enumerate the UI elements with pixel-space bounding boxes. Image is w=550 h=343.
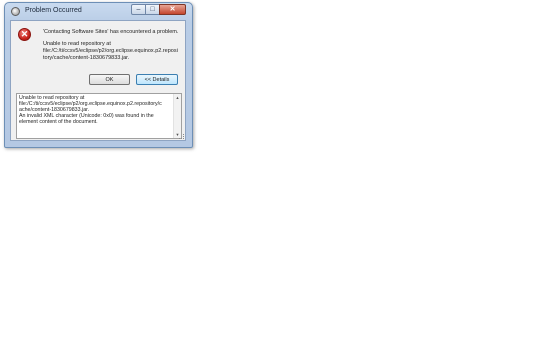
close-icon[interactable]: ✕: [159, 4, 186, 15]
details-scrollbar[interactable]: ▲ ▼: [173, 94, 181, 138]
dialog-body: ✕ 'Contacting Software Sites' has encoun…: [10, 20, 186, 141]
details-line: element content of the document.: [19, 119, 98, 125]
details-text: Unable to read repository at file:/C:/ti…: [19, 95, 174, 125]
error-icon: ✕: [18, 28, 31, 41]
maximize-icon[interactable]: □: [145, 4, 160, 15]
app-icon: [11, 7, 20, 16]
error-message-line: tory/cache/content-1830679833.jar.: [43, 55, 130, 61]
details-text-area[interactable]: Unable to read repository at file:/C:/ti…: [16, 93, 182, 139]
title-bar[interactable]: Problem Occurred ‒ □ ✕: [5, 3, 192, 20]
window-title: Problem Occurred: [25, 7, 82, 14]
minimize-icon[interactable]: ‒: [131, 4, 146, 15]
error-message: Unable to read repository at file:/C:/ti…: [43, 41, 183, 62]
error-message-line: Unable to read repository at: [43, 41, 111, 47]
error-message-line: file:/C:/ti/ccsv5/eclipse/p2/org.eclipse…: [43, 48, 178, 54]
scroll-up-icon[interactable]: ▲: [174, 94, 181, 101]
details-button[interactable]: << Details: [136, 74, 178, 85]
ok-button[interactable]: OK: [89, 74, 130, 85]
problem-dialog-window: Problem Occurred ‒ □ ✕ ✕ 'Contacting Sof…: [4, 2, 193, 148]
error-headline: 'Contacting Software Sites' has encounte…: [43, 29, 179, 35]
resize-grip[interactable]: [179, 134, 184, 139]
